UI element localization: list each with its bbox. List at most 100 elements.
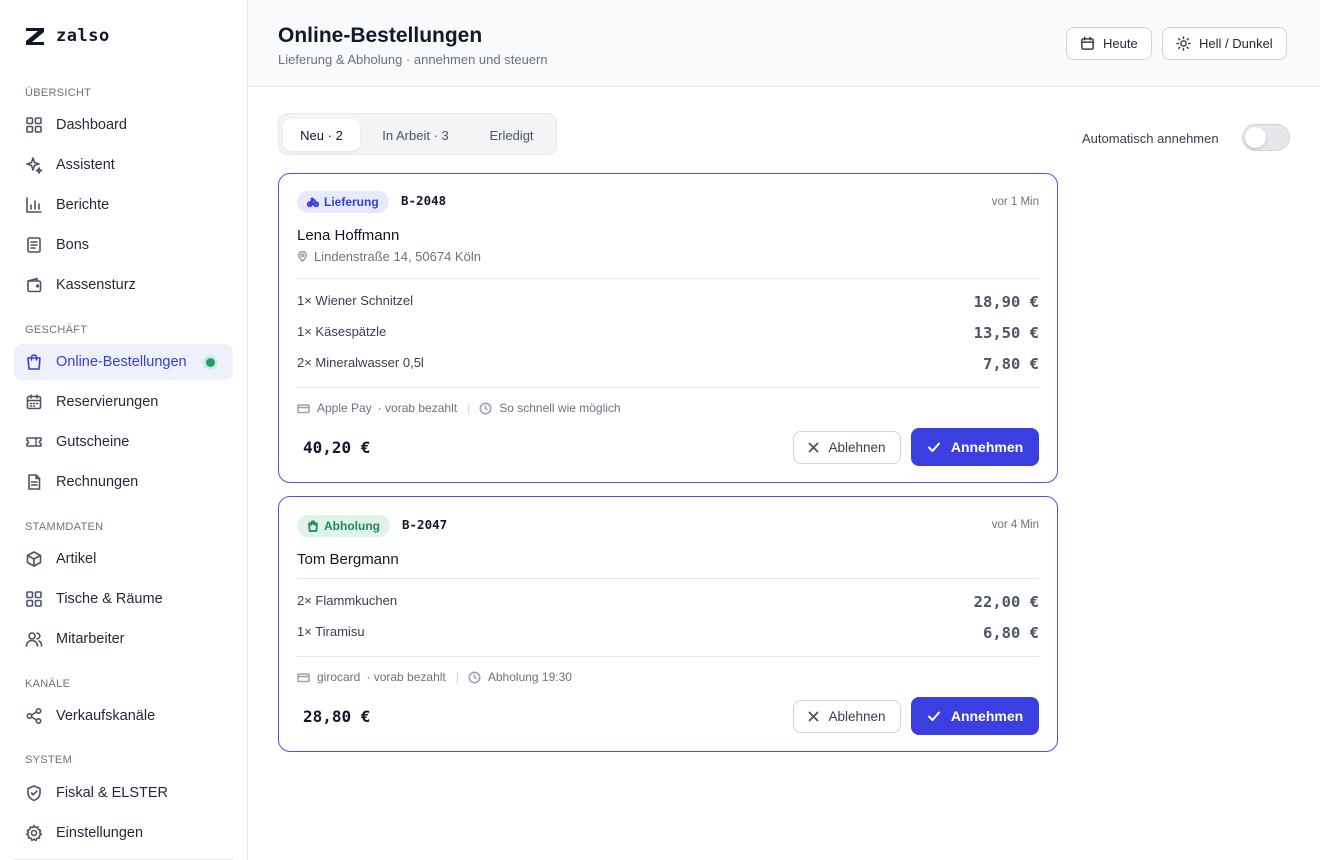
customer-address: Lindenstraße 14, 50674 Köln [297, 249, 481, 264]
payment-method: girocard [317, 670, 361, 684]
sidebar-item-label: Gutscheine [56, 434, 130, 450]
order-card: Lieferung B-2048 vor 1 Min Lena Hoffmann… [278, 173, 1058, 483]
decline-button[interactable]: Ablehnen [793, 700, 901, 733]
accept-label: Annehmen [950, 439, 1024, 455]
divider [297, 387, 1039, 388]
sidebar: zalso Übersicht Dashboard Assistent Beri… [0, 0, 248, 860]
sidebar-item-label: Tische & Räume [56, 591, 163, 607]
order-total: 40,20 € [303, 438, 371, 457]
section-label-system: System [25, 754, 73, 766]
credit-card-icon [297, 672, 310, 682]
auto-accept-toggle[interactable] [1242, 124, 1290, 151]
theme-toggle-button[interactable]: Hell / Dunkel [1162, 27, 1287, 60]
section-label-master-data: Stammdaten [25, 521, 104, 533]
tab-done[interactable]: Erledigt [472, 119, 551, 151]
order-item-price: 18,90 € [973, 293, 1039, 311]
check-icon [927, 442, 940, 452]
order-item-name: 1× Wiener Schnitzel [297, 293, 413, 308]
meta-separator: | [455, 670, 459, 684]
sidebar-item-assistent[interactable]: Assistent [14, 147, 233, 183]
address-text: Lindenstraße 14, 50674 Köln [314, 249, 481, 264]
bicycle-icon [307, 197, 319, 208]
sidebar-item-dashboard[interactable]: Dashboard [14, 107, 233, 143]
app-name: zalso [56, 26, 110, 46]
sidebar-item-label: Kassensturz [56, 277, 136, 293]
clock-icon [479, 402, 492, 414]
live-status-dot [206, 358, 215, 367]
gear-icon [25, 824, 43, 842]
accept-button[interactable]: Annehmen [911, 697, 1039, 735]
meta-separator: | [467, 401, 471, 415]
order-card: Abholung B-2047 vor 4 Min Tom Bergmann 2… [278, 496, 1058, 752]
sidebar-item-tische-raeume[interactable]: Tische & Räume [14, 581, 233, 617]
order-type-label: Abholung [324, 519, 380, 533]
page-subtitle: Lieferung & Abholung · annehmen und steu… [278, 52, 548, 67]
app-logo[interactable]: zalso [24, 24, 110, 48]
sidebar-item-label: Bons [56, 237, 90, 253]
grid-icon [25, 116, 43, 134]
order-total: 28,80 € [303, 707, 371, 726]
theme-button-label: Hell / Dunkel [1199, 36, 1273, 51]
sidebar-item-bons[interactable]: Bons [14, 227, 233, 263]
divider [297, 278, 1039, 279]
order-number: B-2048 [401, 193, 447, 208]
package-icon [25, 550, 43, 568]
order-meta: Apple Pay · vorab bezahlt | So schnell w… [297, 401, 621, 415]
sidebar-item-label: Fiskal & ELSTER [56, 785, 168, 801]
sidebar-item-online-bestellungen[interactable]: Online-Bestellungen [14, 344, 233, 380]
tab-in-progress[interactable]: In Arbeit · 3 [368, 119, 463, 151]
order-time: vor 1 Min [991, 196, 1039, 208]
sidebar-item-rechnungen[interactable]: Rechnungen [14, 464, 233, 500]
sidebar-item-verkaufskanaele[interactable]: Verkaufskanäle [14, 698, 233, 734]
sidebar-item-reservierungen[interactable]: Reservierungen [14, 384, 233, 420]
payment-status: · vorab bezahlt [366, 670, 446, 684]
sparkle-icon [25, 156, 43, 174]
sidebar-item-label: Reservierungen [56, 394, 159, 410]
order-type-label: Lieferung [324, 195, 379, 209]
sidebar-item-gutscheine[interactable]: Gutscheine [14, 424, 233, 460]
sidebar-item-kassensturz[interactable]: Kassensturz [14, 267, 233, 303]
today-button[interactable]: Heute [1066, 27, 1152, 60]
sidebar-item-label: Berichte [56, 197, 110, 213]
close-icon [809, 442, 819, 453]
sidebar-item-einstellungen[interactable]: Einstellungen [14, 815, 233, 851]
sidebar-item-berichte[interactable]: Berichte [14, 187, 233, 223]
shopping-bag-icon [308, 520, 318, 532]
decline-label: Ablehnen [828, 440, 886, 455]
tab-new[interactable]: Neu · 2 [283, 119, 360, 151]
shopping-bag-icon [25, 353, 43, 371]
order-item-name: 1× Tiramisu [297, 624, 365, 639]
customer-name: Tom Bergmann [297, 551, 399, 568]
order-item-name: 2× Flammkuchen [297, 593, 398, 608]
shield-icon [25, 784, 43, 802]
schedule: So schnell wie möglich [499, 401, 621, 415]
sidebar-item-artikel[interactable]: Artikel [14, 541, 233, 577]
delivery-badge: Lieferung [297, 191, 389, 213]
bar-chart-icon [25, 196, 43, 214]
map-pin-icon [298, 251, 307, 262]
order-item-price: 6,80 € [983, 624, 1039, 642]
decline-button[interactable]: Ablehnen [793, 431, 901, 464]
logo-icon [26, 28, 44, 45]
users-icon [25, 630, 43, 648]
check-icon [927, 711, 940, 721]
ticket-icon [25, 433, 43, 451]
accept-button[interactable]: Annehmen [911, 428, 1039, 466]
sidebar-item-mitarbeiter[interactable]: Mitarbeiter [14, 621, 233, 657]
order-item-name: 1× Käsespätzle [297, 324, 387, 339]
sidebar-item-label: Dashboard [56, 117, 127, 133]
customer-name: Lena Hoffmann [297, 227, 400, 244]
payment-method: Apple Pay [317, 401, 372, 415]
calendar-icon [25, 393, 43, 411]
sidebar-item-label: Assistent [56, 157, 115, 173]
sidebar-item-fiskal-elster[interactable]: Fiskal & ELSTER [14, 775, 233, 811]
calendar-icon [1081, 36, 1094, 50]
order-item-price: 13,50 € [973, 324, 1039, 342]
decline-label: Ablehnen [828, 709, 886, 724]
today-button-label: Heute [1103, 36, 1138, 51]
sun-icon [1176, 36, 1191, 51]
grid-icon [25, 590, 43, 608]
auto-accept-label: Automatisch annehmen [1082, 131, 1219, 146]
page-title: Online-Bestellungen [278, 24, 483, 47]
sidebar-item-label: Artikel [56, 551, 97, 567]
